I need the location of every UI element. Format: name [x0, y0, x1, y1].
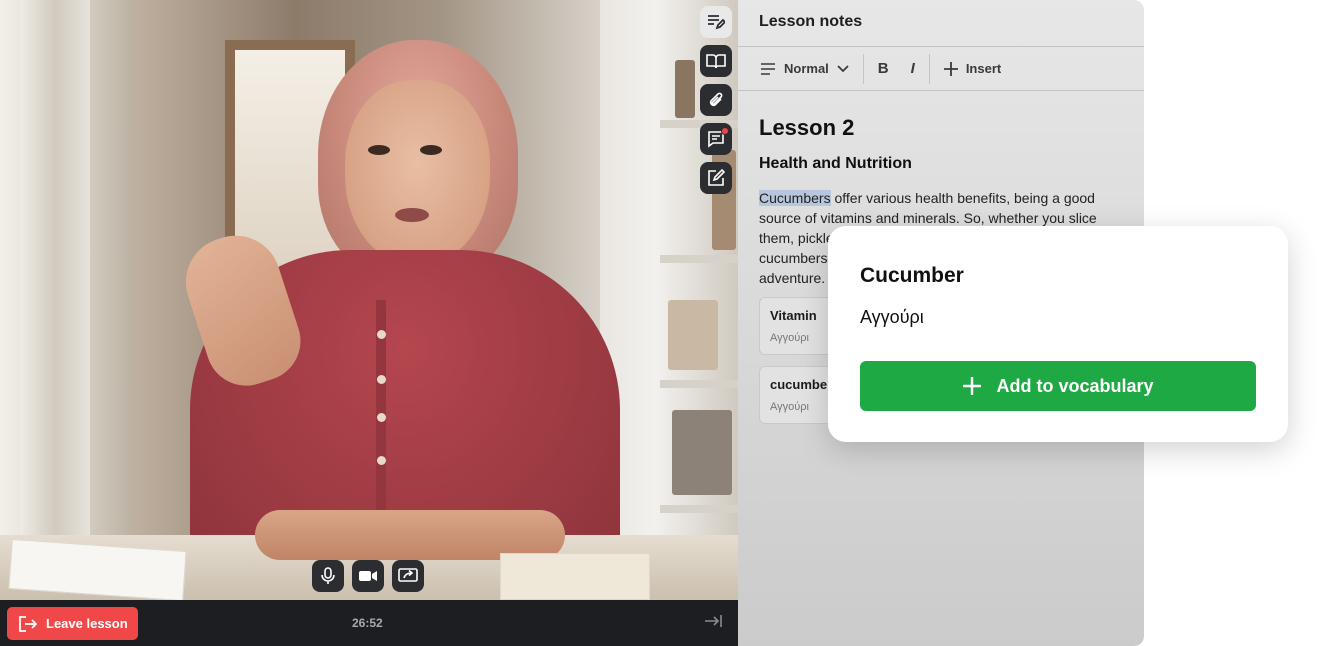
attachment-tool-button[interactable]	[700, 84, 732, 116]
document-subheading: Health and Nutrition	[759, 155, 912, 172]
person-face	[345, 80, 490, 265]
insert-button[interactable]: Insert	[943, 61, 1002, 76]
paragraph-line: adventure.	[759, 270, 826, 286]
camera-button[interactable]	[352, 560, 384, 592]
insert-label: Insert	[965, 61, 1002, 76]
shelf	[660, 380, 738, 388]
call-bottom-bar: Leave lesson 26:52	[0, 600, 738, 646]
edit-tool-button[interactable]	[700, 162, 732, 194]
paperclip-icon	[709, 92, 723, 107]
collapse-panel-button[interactable]	[704, 614, 722, 633]
shirt-button	[377, 330, 386, 339]
person-eye	[368, 145, 390, 155]
shirt-button	[377, 456, 386, 465]
word-translation-popup: Cucumber Αγγούρι Add to vocabulary	[828, 226, 1288, 442]
paragraph-line: them, pickle	[759, 230, 834, 246]
paragraph-line: offer various health benefits, being a g…	[830, 190, 1095, 206]
toolbar-separator	[862, 53, 864, 84]
video-feed	[0, 0, 738, 600]
shirt-button	[377, 375, 386, 384]
shelf-book	[675, 60, 695, 118]
notebook	[500, 553, 650, 600]
editor-toolbar: Normal B I Insert	[760, 47, 1001, 90]
text-style-label: Normal	[784, 61, 829, 76]
add-to-vocabulary-button[interactable]: Add to vocabulary	[860, 361, 1256, 411]
paragraph-line: source of vitamins and minerals. So, whe…	[759, 210, 1097, 226]
lesson-timer: 26:52	[352, 616, 383, 630]
notes-icon	[708, 15, 725, 30]
edit-icon	[708, 169, 725, 186]
document-heading: Lesson 2	[759, 115, 855, 140]
leave-lesson-label: Leave lesson	[46, 616, 128, 631]
microphone-icon	[321, 567, 335, 584]
text-style-dropdown[interactable]: Normal	[760, 61, 849, 76]
chat-tool-button[interactable]	[700, 123, 732, 155]
leave-lesson-button[interactable]: Leave lesson	[7, 607, 138, 640]
camera-icon	[359, 571, 377, 581]
screen-share-icon	[398, 568, 418, 582]
tool-rail	[700, 6, 732, 194]
arrow-right-bar-icon	[705, 615, 722, 627]
book-icon	[706, 54, 726, 69]
shelf-item	[668, 300, 718, 370]
divider	[738, 90, 1144, 91]
plus-icon	[963, 377, 982, 395]
chevron-down-icon	[837, 64, 849, 72]
italic-button[interactable]: I	[911, 60, 915, 77]
shelf-item	[672, 410, 732, 495]
selected-word[interactable]: Cucumbers	[759, 190, 831, 206]
bold-button[interactable]: B	[878, 60, 889, 77]
screen-share-button[interactable]	[392, 560, 424, 592]
microphone-button[interactable]	[312, 560, 344, 592]
unread-dot	[721, 127, 729, 135]
popup-translation: Αγγούρι	[860, 307, 924, 327]
shelf	[660, 505, 738, 513]
background-curtain	[20, 0, 90, 540]
plus-icon	[943, 61, 958, 76]
shirt-button	[377, 413, 386, 422]
italic-icon: I	[910, 60, 915, 77]
media-controls	[312, 560, 424, 592]
exit-icon	[19, 615, 37, 632]
notes-tool-button[interactable]	[700, 6, 732, 38]
person-eye	[420, 145, 442, 155]
add-to-vocabulary-label: Add to vocabulary	[996, 375, 1154, 396]
book-tool-button[interactable]	[700, 45, 732, 77]
toolbar-separator	[928, 53, 930, 84]
person-mouth	[395, 208, 429, 222]
paragraph-line: cucumbers	[759, 250, 828, 266]
popup-word: Cucumber	[860, 264, 964, 287]
notes-title: Lesson notes	[759, 13, 863, 30]
paragraph-icon	[761, 62, 775, 75]
shelf	[660, 255, 738, 263]
bold-icon: B	[877, 60, 889, 77]
